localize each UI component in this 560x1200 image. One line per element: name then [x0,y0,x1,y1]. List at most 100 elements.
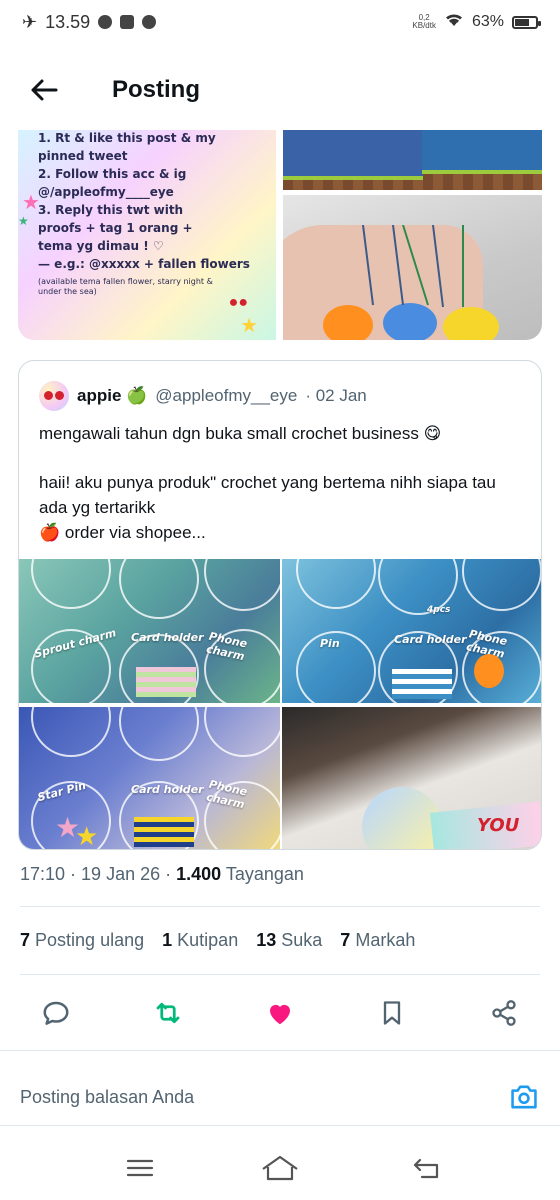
star-icon: ★ [240,315,258,337]
whatsapp-icon [98,15,113,29]
giveaway-rules-note: (available tema fallen flower, starry ni… [38,277,213,296]
star-icon: ★ [22,192,40,214]
media-under-the-sea[interactable]: Pin Card holder Phone charm 4pcs [282,559,541,703]
like-button[interactable] [257,990,303,1036]
stat-label: Kutipan [177,930,239,950]
quoted-author-name[interactable]: appie 🍏 [77,386,147,406]
decor-ring [119,707,199,761]
tile-label: YOU [477,815,520,836]
star-pin-icon: ★ [75,821,99,850]
stat-bookmarks[interactable]: 7 Markah [340,930,415,951]
reply-input[interactable]: Posting balasan Anda [20,1087,194,1108]
status-bar-right: 0,2 KB/dtk 63% [412,12,541,33]
crochet-fish-charm [474,654,504,688]
media-sprout-flowers[interactable]: Sprout charm Card holder Phone charm [19,559,280,703]
system-nav-bar [0,1140,560,1200]
camera-button[interactable] [506,1079,542,1115]
share-icon [492,1000,516,1026]
quoted-media-grid: Sprout charm Card holder Phone charm Pin… [19,559,541,850]
decor-ring [31,559,111,609]
stat-likes[interactable]: 13 Suka [256,930,322,951]
quoted-post[interactable]: appie 🍏 @appleofmy__eye · 02 Jan mengawa… [18,360,542,850]
giveaway-rules-text: 1. Rt & like this post & my pinned tweet… [38,131,250,271]
quoted-post-date: · 02 Jan [305,386,367,405]
stat-label: Markah [355,930,416,950]
wifi-icon [444,12,464,33]
page-title: Posting [112,76,200,103]
menu-icon [126,1159,154,1177]
crochet-photo-top[interactable] [283,130,542,190]
network-speed-unit: KB/dtk [412,21,436,30]
status-bar: ✈ 13.59 0,2 KB/dtk 63% [0,0,560,44]
cherries-icon: ●● [228,294,248,311]
decor-ring [296,559,376,609]
tile-label: Pin [320,637,340,650]
stat-count: 7 [20,930,31,950]
back-nav-icon [413,1158,439,1179]
stat-count: 13 [256,930,277,950]
quoted-post-header: appie 🍏 @appleofmy__eye · 02 Jan [39,381,367,411]
action-bar [0,990,560,1036]
stat-reposts[interactable]: 7 Posting ulang [20,930,144,951]
app-notification-icon [142,15,157,29]
quoted-text-line: haii! aku punya produk" crochet yang ber… [39,473,496,517]
quoted-post-text: mengawali tahun dgn buka small crochet b… [39,421,523,545]
youtube-icon [120,15,135,29]
quoted-author-handle[interactable]: @appleofmy__eye [155,386,297,406]
retweet-icon [156,1002,180,1024]
stat-label: Posting ulang [35,930,145,950]
post-timestamp: 17:10 · 19 Jan 26 · [20,864,177,884]
post-media-grid: 1. Rt & like this post & my pinned tweet… [18,130,542,340]
keychain-strings [362,225,464,308]
crochet-card-holder [392,669,452,699]
comment-icon [43,1001,69,1025]
crochet-card-holder [134,817,194,847]
decor-ring [31,707,111,757]
heart-icon [270,1004,290,1025]
back-nav-button[interactable] [407,1152,447,1184]
stat-count: 7 [340,930,351,950]
media-starry-night[interactable]: Star Pin Card holder Phone charm ★ ★ [19,707,280,850]
keychain-photo[interactable] [283,195,542,340]
app-header: Posting [0,60,560,120]
media-package-photo[interactable]: YOU [282,707,541,849]
decor-ring [204,707,280,757]
crochet-card-holder [136,667,196,697]
reply-button[interactable] [33,990,79,1036]
back-button[interactable] [0,60,88,120]
menu-button[interactable] [120,1152,160,1184]
reply-composer: Posting balasan Anda [0,1050,560,1126]
giveaway-rules-image[interactable]: 1. Rt & like this post & my pinned tweet… [18,130,276,340]
divider [20,974,540,975]
network-speed: 0,2 KB/dtk [412,14,436,30]
home-icon [262,1155,298,1181]
retweet-button[interactable] [145,990,191,1036]
share-button[interactable] [481,990,527,1036]
battery-percent: 63% [471,13,504,30]
decor-ring [119,559,199,619]
stat-label: Suka [281,930,323,950]
tile-label: Card holder [394,633,467,646]
arrow-left-icon [31,79,58,101]
stat-quotes[interactable]: 1 Kutipan [162,930,238,951]
decor-ring [462,559,541,611]
star-icon: ★ [18,214,29,228]
quoted-text-line: mengawali tahun dgn buka small crochet b… [39,424,442,443]
post-meta: 17:10 · 19 Jan 26 · 1.400 Tayangan [20,864,304,885]
airplane-icon: ✈ [22,11,38,32]
status-time: 13.59 [45,11,91,32]
bookmark-button[interactable] [369,990,415,1036]
views-label: Tayangan [225,864,304,884]
quoted-text-line: 🍎 order via shopee... [39,523,206,542]
decor-ring [204,559,280,611]
views-count: 1.400 [176,864,222,884]
camera-icon [511,1085,537,1109]
avatar[interactable] [39,381,69,411]
tile-label: 4pcs [427,605,451,615]
battery-icon [512,15,541,29]
tile-label: Card holder [131,631,204,644]
crochet-coaster [422,130,542,174]
tile-label: Card holder [131,783,204,796]
crochet-coaster [283,130,423,180]
home-button[interactable] [260,1152,300,1184]
